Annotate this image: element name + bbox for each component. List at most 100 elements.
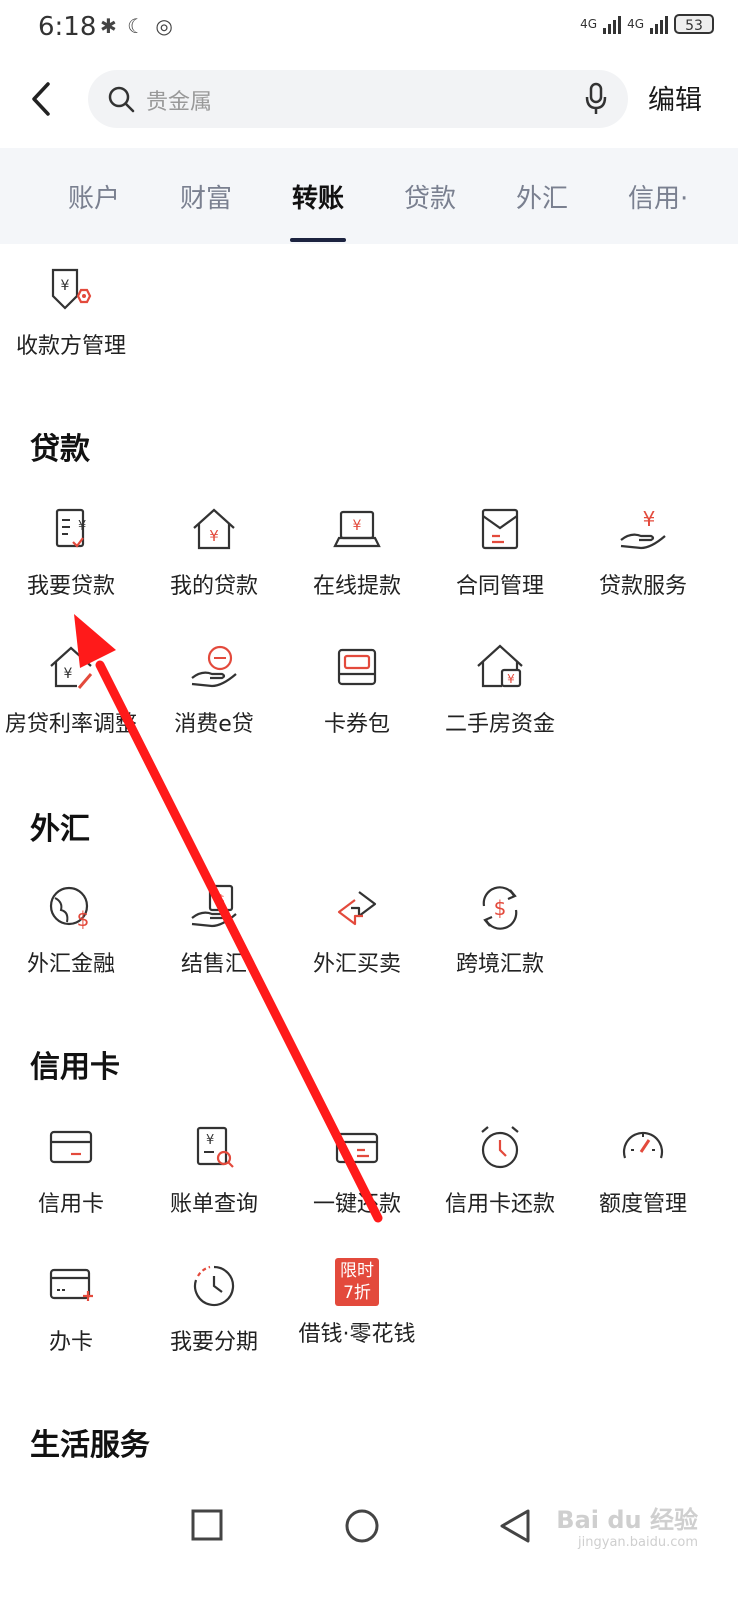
installment[interactable]: 我要分期 [143,1258,285,1356]
section-title-forex: 外汇 [30,812,90,847]
svg-text:$: $ [494,896,507,920]
consumer-e-loan[interactable]: 消费e贷 [143,640,285,738]
tab-forex[interactable]: 外汇 [516,178,568,215]
svg-text:¥: ¥ [209,527,219,545]
recent-apps-icon[interactable] [190,1508,224,1542]
exchange-arrows-icon [337,891,377,926]
status-bar: 6:18 ✱ ☾ ◎ 4G 4G 53 [0,0,738,52]
back-nav-icon[interactable] [498,1508,532,1544]
bill-inquiry[interactable]: ¥ 账单查询 [143,1120,285,1218]
signal-icon [603,14,622,34]
network-label-2: 4G [627,17,644,31]
promo-badge: 限时 7折 [335,1258,379,1306]
battery-icon: 53 [674,14,714,34]
contract-management-label: 合同管理 [455,574,544,599]
second-hand-house-funds-label: 二手房资金 [444,712,555,737]
card-repay-icon [335,1132,379,1164]
gauge-icon [622,1131,664,1159]
microphone-icon[interactable] [584,82,608,116]
svg-text:$: $ [77,907,90,931]
loan-application-icon: ¥ [55,508,86,548]
mortgage-rate-adjustment-label: 房贷利率调整 [4,712,137,737]
house-yen-icon: ¥ [193,508,235,550]
my-loans[interactable]: ¥ 我的贷款 [143,502,285,600]
status-icons: ✱ ☾ ◎ [100,14,175,38]
tab-transfer[interactable]: 转账 [292,178,344,215]
credit-card-label: 信用卡 [37,1192,104,1217]
section-title-loan: 贷款 [30,432,90,467]
header: 贵金属 编辑 [0,62,738,138]
house-edit-icon: ¥ [50,646,93,689]
clock-icon [193,1265,235,1307]
search-bar[interactable]: 贵金属 [88,70,628,128]
bill-inquiry-label: 账单查询 [169,1192,258,1217]
svg-text:¥: ¥ [61,278,70,294]
section-title-life: 生活服务 [30,1428,150,1463]
laptop-yen-icon: ¥ [333,510,381,548]
edit-button[interactable]: 编辑 [648,78,702,117]
tab-loan[interactable]: 贷款 [404,178,456,215]
forex-settlement-label: 结售汇 [180,952,247,977]
back-button[interactable] [22,74,62,124]
svg-text:¥: ¥ [643,507,656,531]
mortgage-rate-adjustment[interactable]: ¥ 房贷利率调整 [0,640,142,738]
apply-card-label: 办卡 [48,1330,93,1355]
tab-account[interactable]: 账户 [68,178,120,215]
installment-label: 我要分期 [169,1330,258,1355]
loan-service-label: 贷款服务 [598,574,687,599]
credit-card[interactable]: 信用卡 [0,1120,142,1218]
home-icon[interactable] [344,1508,380,1544]
second-hand-house-funds[interactable]: ¥ 二手房资金 [429,640,571,738]
section-title-credit: 信用卡 [30,1050,120,1085]
one-click-repay[interactable]: 一键还款 [286,1120,428,1218]
active-tab-indicator [290,238,346,242]
limit-management[interactable]: 额度管理 [572,1120,714,1218]
card-add-icon [49,1268,93,1301]
coupon-wallet-label: 卡券包 [323,712,390,737]
borrow-pocket-money[interactable]: 限时 7折 借钱·零花钱 [286,1258,428,1348]
forex-settlement[interactable]: $ 结售汇 [143,880,285,978]
svg-text:$: $ [217,893,225,908]
loan-service[interactable]: ¥ 贷款服务 [572,502,714,600]
contract-envelope-icon [481,508,519,550]
forex-trading-label: 外汇买卖 [312,952,401,977]
credit-card-icon [49,1130,93,1164]
search-icon [108,86,135,113]
hand-yen-icon: ¥ [620,507,666,550]
category-tabs: 账户 财富 转账 贷款 外汇 信用· [0,148,738,244]
alarm-clock-icon [481,1126,519,1169]
globe-dollar-icon: $ [49,886,90,931]
cross-border-remittance[interactable]: $ 跨境汇款 [429,880,571,978]
forex-finance-label: 外汇金融 [26,952,115,977]
tab-credit[interactable]: 信用· [628,178,688,215]
bill-search-icon: ¥ [196,1126,234,1168]
my-loans-label: 我的贷款 [169,574,258,599]
hand-e-icon [191,645,237,688]
contract-management[interactable]: 合同管理 [429,502,571,600]
consumer-e-loan-label: 消费e贷 [174,712,254,737]
promo-badge-line2: 7折 [343,1283,371,1303]
apply-card[interactable]: 办卡 [0,1258,142,1356]
network-label-1: 4G [580,17,598,31]
signal-icon-2 [650,14,668,34]
limit-management-label: 额度管理 [598,1192,687,1217]
watermark-brand: Bai du 经验 [556,1506,698,1534]
svg-text:¥: ¥ [206,1133,214,1148]
wallet-icon [337,648,377,686]
hand-exchange-icon: $ [191,884,237,928]
watermark: Bai du 经验 jingyan.baidu.com [556,1500,698,1550]
status-right: 4G 4G 53 [580,14,714,34]
chevron-left-icon [32,82,50,116]
coupon-wallet[interactable]: 卡券包 [286,640,428,738]
forex-finance[interactable]: $ 外汇金融 [0,880,142,978]
tab-wealth[interactable]: 财富 [180,178,232,215]
online-withdrawal[interactable]: ¥ 在线提款 [286,502,428,600]
svg-text:¥: ¥ [64,666,73,682]
payee-management[interactable]: ¥ 收款方管理 [0,262,142,360]
svg-text:¥: ¥ [78,519,86,534]
borrow-pocket-money-label: 借钱·零花钱 [298,1322,416,1347]
dollar-cycle-icon: $ [482,886,518,930]
credit-card-repayment[interactable]: 信用卡还款 [429,1120,571,1218]
apply-loan[interactable]: ¥ 我要贷款 [0,502,142,600]
forex-trading[interactable]: 外汇买卖 [286,880,428,978]
